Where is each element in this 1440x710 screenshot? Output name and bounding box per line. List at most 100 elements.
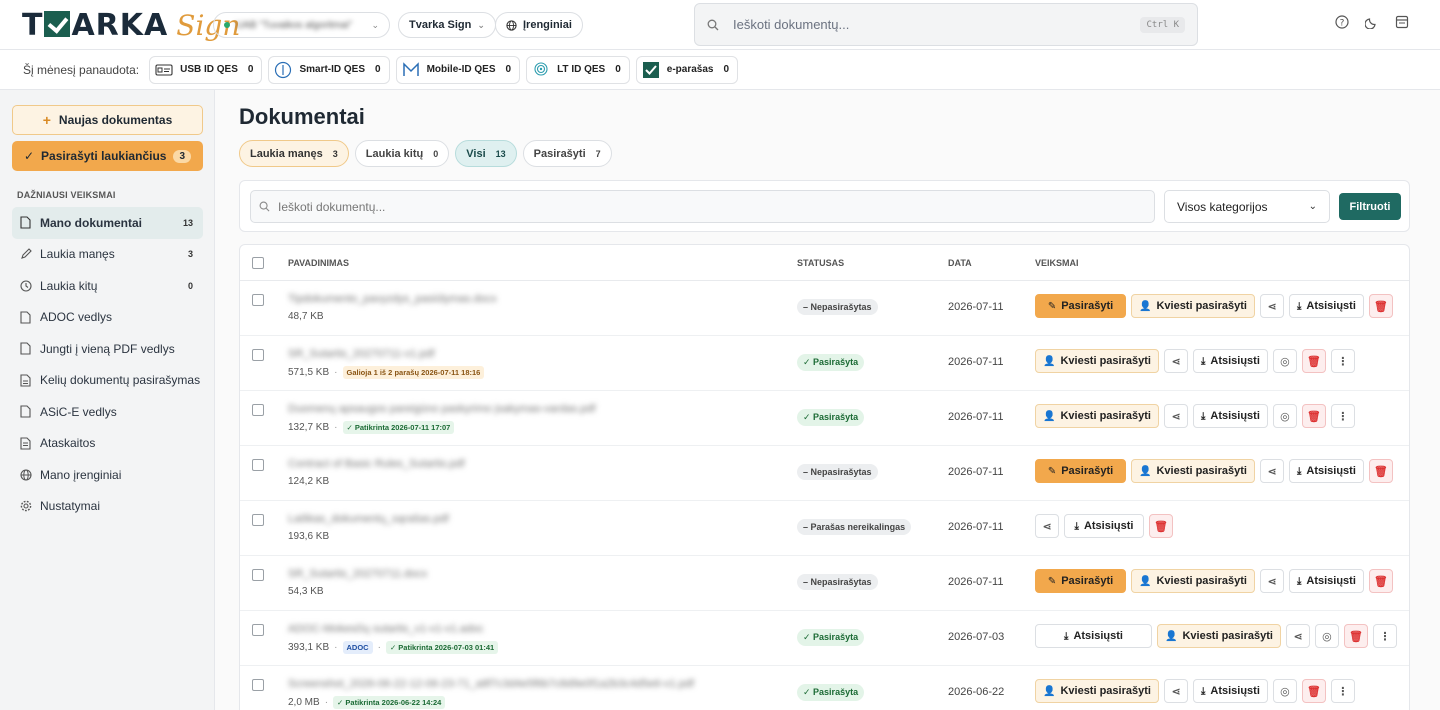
trash-icon: 🗑 [1306,355,1321,368]
download-button[interactable]: ⤓ Atsisiųsti [1192,349,1268,373]
file-name[interactable]: Tipdokumento_pavyzdys_pasiūlymas.docx [288,293,497,305]
more-button[interactable]: ⋮ [1330,404,1355,428]
verify-button[interactable]: ◎ [1272,404,1297,428]
sidebar-item-adoc[interactable]: ADOC vedlys [12,302,203,334]
sidebar-item-waiting-me[interactable]: Laukia manęs 3 [12,239,203,271]
row-checkbox[interactable] [252,459,264,471]
select-all-checkbox[interactable] [252,257,264,269]
download-button[interactable]: ⤓ Atsisiųsti [1288,294,1364,318]
file-name[interactable]: ADOC-Mokesčių sutartis_v1-v1-v1.adoc [288,623,484,635]
more-button[interactable]: ⋮ [1372,624,1397,648]
download-button[interactable]: ⤓ Atsisiųsti [1192,679,1268,703]
sidebar-item-merge-pdf[interactable]: Jungti į vieną PDF vedlys [12,333,203,365]
page-title: Dokumentai [239,104,365,129]
delete-button[interactable]: 🗑 [1301,679,1326,703]
more-button[interactable]: ⋮ [1330,349,1355,373]
tab-waiting-others[interactable]: Laukia kitų 0 [354,140,450,167]
table-row[interactable]: SR_Sutartis_20270711.docx 54,3 KB – Nepa… [240,556,1409,611]
sidebar-item-settings[interactable]: Nustatymai [12,491,203,523]
share-button[interactable]: ⋖ [1163,349,1188,373]
sign-button[interactable]: ✎ Pasirašyti [1035,569,1126,593]
download-button[interactable]: ⤓ Atsisiųsti [1288,459,1364,483]
sign-button[interactable]: ✎ Pasirašyti [1035,459,1126,483]
sidebar-item-my-documents[interactable]: Mano dokumentai 13 [12,207,203,239]
download-button[interactable]: ⤓ Atsisiųsti [1035,624,1152,648]
download-button[interactable]: ⤓ Atsisiųsti [1192,404,1268,428]
share-button[interactable]: ⋖ [1163,404,1188,428]
sign-waiting-button[interactable]: ✓ Pasirašyti laukiančius 3 [12,141,203,171]
filter-button[interactable]: Filtruoti [1339,193,1401,220]
share-button[interactable]: ⋖ [1285,624,1310,648]
share-button[interactable]: ⋖ [1035,514,1059,538]
tab-waiting-me[interactable]: Laukia manęs 3 [239,140,349,167]
file-name[interactable]: Duomenų apsaugos pareigūno paskyrimo įsa… [288,403,596,415]
sidebar-item-reports[interactable]: Ataskaitos [12,428,203,460]
table-row[interactable]: Laiškas_dokumentų_sąrašas.pdf 193,6 KB –… [240,501,1409,556]
delete-button[interactable]: 🗑 [1149,514,1173,538]
workspace-select[interactable]: Tvarka Sign ⌄ [398,12,496,38]
devices-button[interactable]: Įrenginiai [495,12,583,38]
tab-all[interactable]: Visi 13 [455,140,517,167]
file-name[interactable]: Screenshot_2026-06-22-12-06-23-71_a8f7c3… [288,678,694,690]
organization-select[interactable]: UAB "Tuvaikos algoritmai" ⌄ [213,12,390,38]
invite-sign-button[interactable]: 👤 Kviesti pasirašyti [1035,679,1159,703]
layout-icon[interactable] [1394,14,1410,30]
invite-sign-button[interactable]: 👤 Kviesti pasirašyti [1131,294,1255,318]
file-name[interactable]: SR_Sutartis_20270711-v1.pdf [288,348,435,360]
sign-button[interactable]: ✎ Pasirašyti [1035,294,1126,318]
share-button[interactable]: ⋖ [1163,679,1188,703]
document-search-input[interactable]: Ieškoti dokumentų... [250,190,1155,223]
new-document-button[interactable]: + Naujas dokumentas [12,105,203,135]
invite-sign-button[interactable]: 👤 Kviesti pasirašyti [1035,404,1159,428]
status-badge: – Nepasirašytas [797,574,878,590]
table-row[interactable]: Duomenų apsaugos pareigūno paskyrimo įsa… [240,391,1409,446]
sidebar-item-my-devices[interactable]: Mano įrenginiai [12,459,203,491]
delete-button[interactable]: 🗑 [1301,349,1326,373]
file-name[interactable]: SR_Sutartis_20270711.docx [288,568,427,580]
invite-sign-button[interactable]: 👤 Kviesti pasirašyti [1131,569,1255,593]
row-checkbox[interactable] [252,624,264,636]
table-row[interactable]: Contract of Basic Rules_Sutartis.pdf 124… [240,446,1409,501]
file-name[interactable]: Contract of Basic Rules_Sutartis.pdf [288,458,465,470]
invite-sign-button[interactable]: 👤 Kviesti pasirašyti [1035,349,1159,373]
delete-button[interactable]: 🗑 [1368,459,1393,483]
row-checkbox[interactable] [252,294,264,306]
verify-button[interactable]: ◎ [1272,349,1297,373]
global-search-input[interactable]: Ieškoti dokumentų... Ctrl K [694,3,1198,46]
globe-icon [506,19,517,31]
button-label: Atsisiųsti [1306,575,1356,587]
file-name[interactable]: Laiškas_dokumentų_sąrašas.pdf [288,513,449,525]
dark-mode-icon[interactable] [1364,14,1380,30]
table-row[interactable]: SR_Sutartis_20270711-v1.pdf 571,5 KB · Gal… [240,336,1409,391]
sidebar-item-multi-sign[interactable]: Kelių dokumentų pasirašymas [12,365,203,397]
share-button[interactable]: ⋖ [1259,569,1284,593]
invite-sign-button[interactable]: 👤 Kviesti pasirašyti [1131,459,1255,483]
table-row[interactable]: ADOC-Mokesčių sutartis_v1-v1-v1.adoc 393… [240,611,1409,666]
delete-button[interactable]: 🗑 [1301,404,1326,428]
row-checkbox[interactable] [252,349,264,361]
sidebar-item-asice[interactable]: ASiC-E vedlys [12,396,203,428]
row-checkbox[interactable] [252,514,264,526]
tab-signed[interactable]: Pasirašyti 7 [522,140,612,167]
logo[interactable]: T ARKA Sign [22,6,240,44]
row-checkbox[interactable] [252,404,264,416]
category-select[interactable]: Visos kategorijos ⌄ [1164,190,1330,223]
help-icon[interactable]: ? [1334,14,1350,30]
more-button[interactable]: ⋮ [1330,679,1355,703]
verify-button[interactable]: ◎ [1272,679,1297,703]
table-row[interactable]: Tipdokumento_pavyzdys_pasiūlymas.docx 48… [240,281,1409,336]
verify-button[interactable]: ◎ [1314,624,1339,648]
invite-sign-button[interactable]: 👤 Kviesti pasirašyti [1157,624,1281,648]
tab-count: 0 [433,148,439,159]
share-button[interactable]: ⋖ [1259,459,1284,483]
row-checkbox[interactable] [252,679,264,691]
delete-button[interactable]: 🗑 [1368,569,1393,593]
share-button[interactable]: ⋖ [1259,294,1284,318]
download-button[interactable]: ⤓ Atsisiųsti [1288,569,1364,593]
delete-button[interactable]: 🗑 [1343,624,1368,648]
sidebar-item-waiting-others[interactable]: Laukia kitų 0 [12,270,203,302]
download-button[interactable]: ⤓ Atsisiųsti [1064,514,1144,538]
delete-button[interactable]: 🗑 [1368,294,1393,318]
row-checkbox[interactable] [252,569,264,581]
table-row[interactable]: Screenshot_2026-06-22-12-06-23-71_a8f7c3… [240,666,1409,710]
